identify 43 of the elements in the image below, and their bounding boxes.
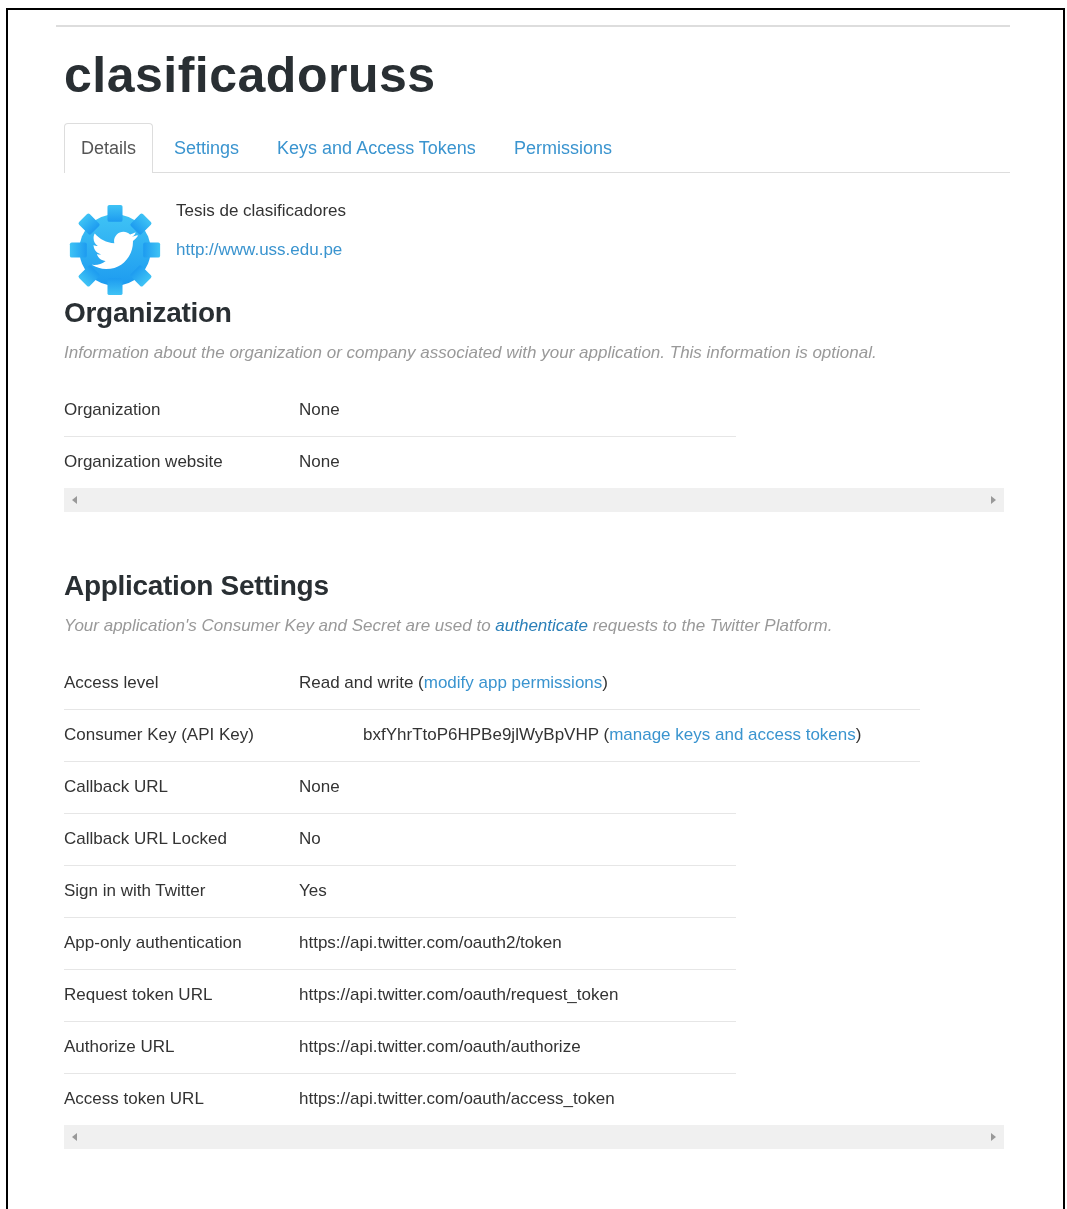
setting-value: https://api.twitter.com/oauth/access_token: [299, 1088, 616, 1110]
scroll-left-icon[interactable]: [72, 1133, 78, 1141]
setting-value: bxfYhrTtoP6HPBe9jlWyBpVHP (manage keys and access tokens): [362, 724, 863, 746]
tab[interactable]: Permissions: [496, 123, 629, 172]
setting-label: Consumer Key (API Key): [64, 724, 255, 746]
tab[interactable]: Keys and Access Tokens: [260, 123, 493, 172]
section-title: Application Settings: [64, 570, 330, 602]
setting-value: None: [299, 776, 341, 798]
setting-label: Organization website: [64, 451, 224, 473]
horizontal-scrollbar[interactable]: [64, 1125, 1004, 1149]
setting-value: No: [299, 828, 322, 850]
tab[interactable]: Details: [64, 123, 154, 173]
setting-label: Callback URL: [64, 776, 169, 798]
setting-value: Yes: [299, 880, 328, 902]
setting-value: https://api.twitter.com/oauth/request_token: [299, 984, 620, 1006]
setting-value: Read and write (modify app permissions): [299, 672, 609, 694]
setting-value: None: [299, 399, 341, 421]
horizontal-scrollbar[interactable]: [64, 488, 1004, 512]
setting-label: Access token URL: [64, 1088, 205, 1110]
website-link[interactable]: http://www.uss.edu.pe: [176, 240, 347, 260]
section-title: Organization: [64, 297, 233, 329]
setting-label: Access level: [64, 672, 160, 694]
setting-value: None: [299, 451, 341, 473]
authenticate-link[interactable]: authenticate: [495, 616, 588, 635]
settings-link[interactable]: manage keys and access tokens: [609, 725, 856, 744]
setting-label: App-only authentication: [64, 932, 243, 954]
setting-label: Sign in with Twitter: [64, 880, 207, 902]
setting-value: https://api.twitter.com/oauth/authorize: [299, 1036, 582, 1058]
app-description: Tesis de clasificadores: [176, 201, 347, 221]
app-title: clasificadoruss: [64, 46, 437, 105]
setting-label: Request token URL: [64, 984, 214, 1006]
tab[interactable]: Settings: [157, 123, 257, 172]
setting-label: Authorize URL: [64, 1036, 176, 1058]
scroll-right-icon[interactable]: [990, 496, 996, 504]
settings-link[interactable]: modify app permissions: [423, 673, 603, 692]
setting-label: Callback URL Locked: [64, 828, 228, 850]
scroll-right-icon[interactable]: [990, 1133, 996, 1141]
bird-gear-icon: [68, 203, 162, 297]
setting-value: https://api.twitter.com/oauth2/token: [299, 932, 563, 954]
setting-label: Organization: [64, 399, 162, 421]
section-description: Information about the organization or company associated with your application. This information is optional.: [64, 343, 878, 363]
scroll-left-icon[interactable]: [72, 496, 78, 504]
section-description: Your application's Consumer Key and Secret are used to authenticate requests to the Twitter Platform.: [64, 616, 834, 636]
